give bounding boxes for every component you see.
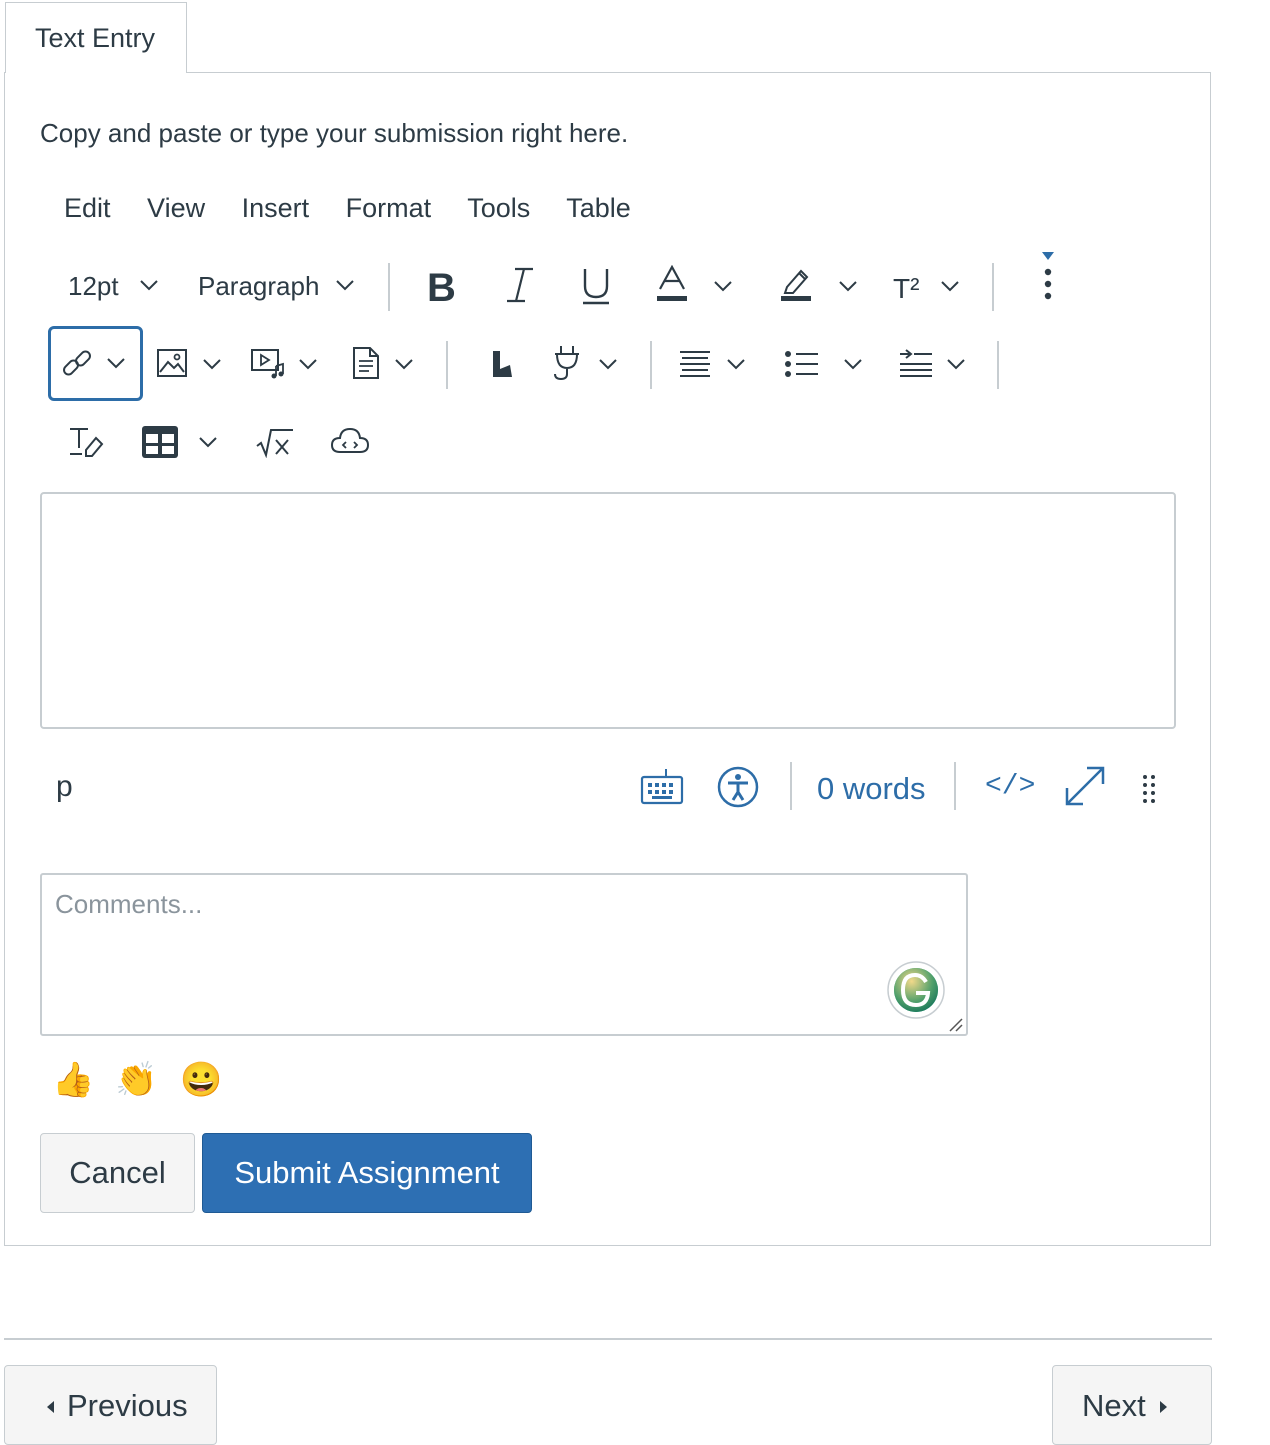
chevron-down-icon[interactable] — [335, 278, 355, 292]
toolbar-divider — [388, 263, 390, 311]
resize-grip-icon[interactable] — [1141, 774, 1157, 806]
rich-text-editor-area[interactable] — [40, 492, 1176, 729]
toolbar-divider — [650, 341, 652, 389]
clapping-reaction[interactable]: 👏 — [115, 1058, 157, 1102]
comments-textarea[interactable] — [40, 873, 968, 1036]
thumbs-up-reaction[interactable]: 👍 — [52, 1058, 94, 1102]
highlight-color-icon[interactable] — [779, 265, 813, 305]
equation-icon[interactable] — [256, 428, 294, 458]
next-button[interactable]: Next — [1052, 1365, 1212, 1445]
underline-icon[interactable] — [580, 266, 612, 306]
previous-label: Previous — [67, 1388, 188, 1423]
document-icon[interactable] — [352, 346, 380, 380]
more-options-icon[interactable] — [1040, 250, 1056, 302]
element-path[interactable]: p — [56, 770, 73, 804]
next-label: Next — [1082, 1388, 1146, 1423]
chevron-down-icon[interactable] — [598, 357, 618, 371]
cancel-button[interactable]: Cancel — [40, 1133, 195, 1213]
chevron-down-icon[interactable] — [106, 356, 126, 370]
caret-right-icon — [1159, 1400, 1169, 1414]
superscript-icon[interactable]: T² — [893, 269, 919, 309]
apps-plug-icon[interactable] — [551, 344, 583, 382]
link-icon — [60, 346, 94, 380]
keyboard-shortcuts-icon[interactable] — [640, 767, 684, 805]
fullscreen-expand-icon[interactable] — [1063, 764, 1107, 808]
cloud-embed-icon[interactable] — [330, 426, 370, 458]
toolbar-divider — [997, 341, 999, 389]
caret-left-icon — [45, 1400, 55, 1414]
chevron-down-icon[interactable] — [838, 279, 858, 293]
bullet-list-icon[interactable] — [784, 349, 820, 379]
menu-table[interactable]: Table — [566, 193, 631, 223]
italic-icon[interactable] — [505, 265, 535, 305]
menu-view[interactable]: View — [147, 193, 205, 223]
statusbar-divider — [954, 762, 956, 810]
align-icon[interactable] — [678, 349, 712, 379]
bold-icon[interactable]: B — [427, 266, 456, 310]
chevron-down-icon[interactable] — [726, 357, 746, 371]
accessibility-checker-icon[interactable] — [716, 765, 760, 809]
smile-reaction[interactable]: 😀 — [180, 1058, 222, 1102]
chevron-down-icon[interactable] — [394, 357, 414, 371]
chevron-down-icon[interactable] — [713, 279, 733, 293]
footer-divider — [4, 1338, 1212, 1340]
chevron-down-icon[interactable] — [198, 435, 218, 449]
html-editor-toggle[interactable]: </> — [985, 771, 1035, 802]
lti-tool-icon[interactable] — [490, 349, 514, 379]
submit-assignment-button[interactable]: Submit Assignment — [202, 1133, 532, 1213]
font-size-select[interactable]: 12pt — [68, 271, 119, 302]
indent-icon[interactable] — [898, 349, 934, 379]
chevron-down-icon[interactable] — [139, 278, 159, 292]
instructions-text: Copy and paste or type your submission r… — [40, 118, 629, 148]
toolbar-divider — [446, 341, 448, 389]
chevron-down-icon[interactable] — [843, 357, 863, 371]
chevron-down-icon[interactable] — [202, 357, 222, 371]
image-icon[interactable] — [156, 348, 188, 378]
word-count[interactable]: 0 words — [817, 771, 926, 807]
previous-button[interactable]: Previous — [4, 1365, 217, 1445]
menu-tools[interactable]: Tools — [467, 193, 530, 223]
toolbar-divider — [992, 263, 994, 311]
editor-menubar: Edit View Insert Format Tools Table — [64, 193, 660, 224]
textarea-resize-handle-icon[interactable] — [948, 1017, 964, 1033]
menu-format[interactable]: Format — [346, 193, 432, 223]
table-icon[interactable] — [141, 425, 179, 459]
font-size-value: 12pt — [68, 271, 119, 301]
media-icon[interactable] — [250, 348, 286, 380]
clear-formatting-icon[interactable] — [68, 426, 104, 458]
chevron-down-icon[interactable] — [298, 357, 318, 371]
chevron-down-icon[interactable] — [946, 357, 966, 371]
menu-edit[interactable]: Edit — [64, 193, 111, 223]
block-format-select[interactable]: Paragraph — [198, 271, 319, 302]
block-format-value: Paragraph — [198, 271, 320, 301]
menu-insert[interactable]: Insert — [242, 193, 310, 223]
chevron-down-icon[interactable] — [940, 279, 960, 293]
text-color-icon[interactable] — [656, 265, 688, 305]
grammarly-icon[interactable] — [886, 960, 946, 1020]
tab-text-entry[interactable]: Text Entry — [5, 2, 187, 73]
statusbar-divider — [790, 762, 792, 810]
